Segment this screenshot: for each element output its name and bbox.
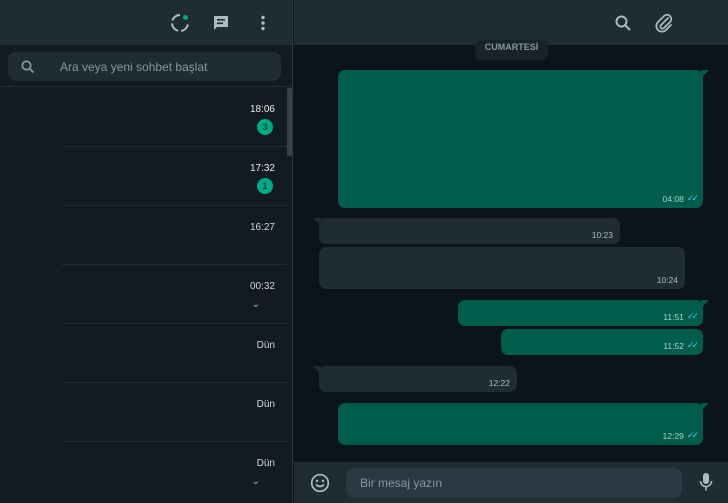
conversation-panel: CUMARTESİ 04:08 ✓✓ 10:23 10:24 11:51 ✓✓ … xyxy=(294,0,728,503)
chat-list-item[interactable]: 17:32 1 xyxy=(0,147,287,206)
chevron-down-icon[interactable]: ⌄ xyxy=(252,299,261,310)
bubble-tail xyxy=(313,366,321,374)
search-input[interactable]: Ara veya yeni sohbet başlat xyxy=(8,52,281,81)
chat-time: Dün xyxy=(256,458,275,469)
unread-badge: 3 xyxy=(257,119,273,135)
message-input[interactable]: Bir mesaj yazın xyxy=(346,468,682,498)
chat-list-item[interactable]: Dün xyxy=(0,324,287,383)
message-bubble-incoming[interactable]: 10:23 xyxy=(313,218,620,244)
message-meta: 04:08 ✓✓ xyxy=(662,193,699,204)
message-meta: 11:52 ✓✓ xyxy=(663,340,699,351)
message-time: 10:24 xyxy=(656,275,678,285)
chat-list-item[interactable]: 18:06 3 xyxy=(0,88,287,147)
bubble-tail xyxy=(701,70,709,78)
message-meta: 10:23 xyxy=(592,230,613,240)
emoji-icon[interactable] xyxy=(310,473,330,493)
date-separator: CUMARTESİ xyxy=(475,40,548,60)
message-time: 11:51 xyxy=(663,311,684,322)
chat-list-item[interactable]: Dün xyxy=(0,383,287,442)
chat-time: 18:06 xyxy=(249,104,275,115)
unread-badge: 1 xyxy=(257,178,273,194)
bubble-tail xyxy=(701,403,709,411)
chat-time: 16:27 xyxy=(249,222,275,233)
bubble-tail xyxy=(313,218,321,226)
search-icon xyxy=(20,59,36,75)
composer-bar: Bir mesaj yazın xyxy=(294,462,728,503)
search-icon[interactable] xyxy=(612,12,634,34)
message-meta: 12:22 xyxy=(489,378,510,388)
message-bubble-outgoing[interactable]: 12:29 ✓✓ xyxy=(338,403,709,445)
chat-time: 00:32 xyxy=(249,281,275,292)
search-placeholder: Ara veya yeni sohbet başlat xyxy=(60,60,208,74)
search-row: Ara veya yeni sohbet başlat xyxy=(0,45,292,87)
message-bubble-outgoing[interactable]: 04:08 ✓✓ xyxy=(338,70,709,208)
message-bubble-outgoing[interactable]: 11:52 ✓✓ xyxy=(501,329,703,355)
chat-list-scrollbar[interactable] xyxy=(287,88,292,156)
chat-time: Dün xyxy=(256,399,275,410)
chat-list-panel: Ara veya yeni sohbet başlat 18:06 3 17:3… xyxy=(0,0,293,503)
chat-list-item[interactable]: Dün ⌄ xyxy=(0,442,287,501)
read-ticks-icon: ✓✓ xyxy=(686,193,699,203)
chat-time: 17:32 xyxy=(249,163,275,174)
bubble-tail xyxy=(701,300,709,308)
chat-list: 18:06 3 17:32 1 16:27 00:32 ⌄ Dün Dün Dü… xyxy=(0,88,292,503)
microphone-icon[interactable] xyxy=(699,472,719,494)
read-ticks-icon: ✓✓ xyxy=(686,311,699,321)
read-ticks-icon: ✓✓ xyxy=(686,340,699,350)
new-chat-icon[interactable] xyxy=(210,12,232,34)
status-icon[interactable] xyxy=(169,12,191,34)
left-header xyxy=(0,0,292,45)
message-bubble-incoming[interactable]: 10:24 xyxy=(319,247,685,289)
message-meta: 11:51 ✓✓ xyxy=(663,311,699,322)
menu-icon[interactable] xyxy=(252,12,274,34)
message-bubble-outgoing[interactable]: 11:51 ✓✓ xyxy=(458,300,709,326)
message-time: 10:23 xyxy=(591,230,613,240)
chat-list-item[interactable]: 16:27 xyxy=(0,206,287,265)
chat-list-item[interactable]: 00:32 ⌄ xyxy=(0,265,287,324)
chat-time: Dün xyxy=(256,340,275,351)
message-time: 12:29 xyxy=(662,430,684,441)
attach-icon[interactable] xyxy=(653,12,675,34)
message-time: 11:52 xyxy=(663,340,684,351)
message-meta: 12:29 ✓✓ xyxy=(662,430,699,441)
read-ticks-icon: ✓✓ xyxy=(686,430,699,440)
message-time: 12:22 xyxy=(488,378,510,388)
message-input-placeholder: Bir mesaj yazın xyxy=(360,476,443,490)
message-meta: 10:24 xyxy=(657,275,678,285)
chevron-down-icon[interactable]: ⌄ xyxy=(252,476,261,487)
message-bubble-incoming[interactable]: 12:22 xyxy=(313,366,517,392)
conversation-header xyxy=(294,0,728,45)
message-time: 04:08 xyxy=(662,193,684,204)
